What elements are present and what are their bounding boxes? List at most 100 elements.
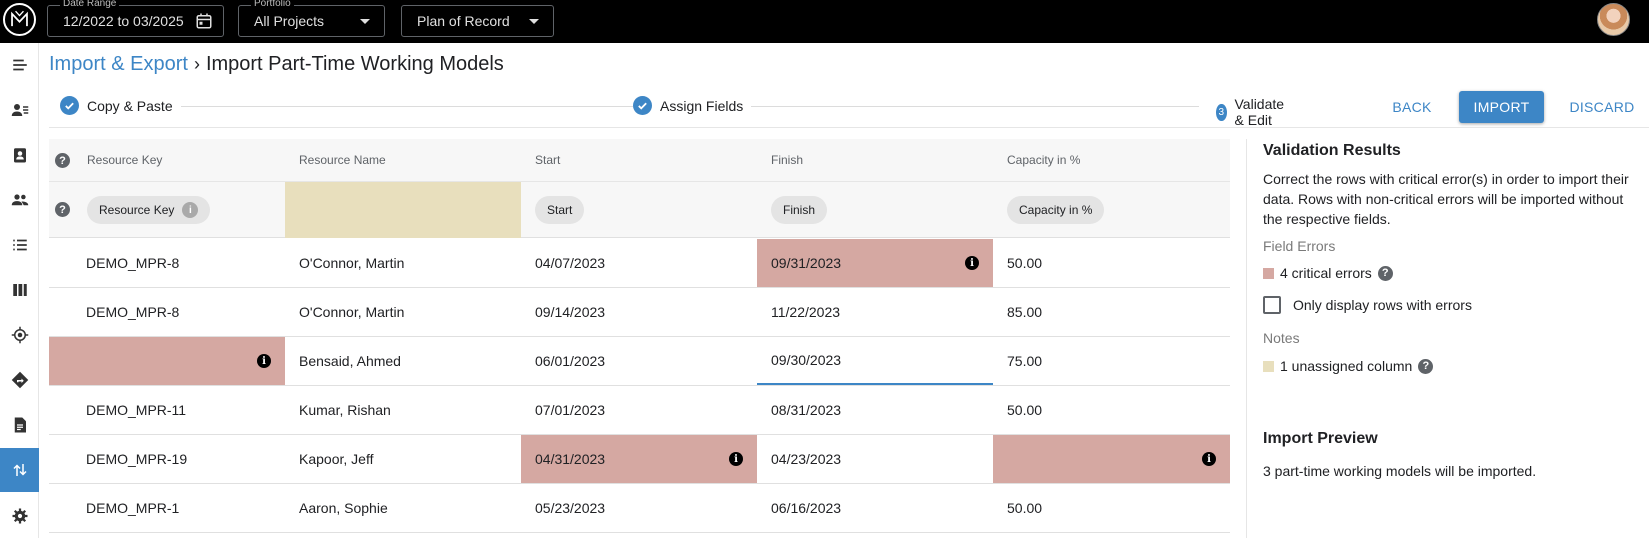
cell-resource-name[interactable]: O'Connor, Martin [285,288,521,336]
help-icon[interactable]: ? [1418,358,1434,374]
sidebar-item-import-export[interactable] [0,448,39,492]
cell-value: 05/23/2023 [535,500,606,516]
portfolio-select[interactable]: Portfolio All Projects [238,0,385,37]
mapping-chip-finish[interactable]: Finish [771,196,828,224]
unassigned-column-slot[interactable] [285,182,521,238]
step-label: Copy & Paste [87,97,173,114]
cell-value: 06/16/2023 [771,500,842,516]
cell-capacity[interactable]: 50.00 [993,239,1230,287]
column-header-finish[interactable]: Finish [771,153,803,167]
help-icon[interactable]: ? [1377,265,1393,281]
plan-select[interactable]: Plan of Record [401,5,554,37]
cell-value: DEMO_MPR-8 [86,255,180,271]
table-row: DEMO_MPR-1 Aaron, Sophie 05/23/2023 06/16/2… [49,484,1230,533]
cell-start[interactable]: 06/01/2023 [521,337,757,385]
critical-errors-legend: 4 critical errors ? [1263,265,1393,281]
cell-start[interactable]: 05/23/2023 [521,484,757,532]
cell-start-error[interactable]: 04/31/2023 i [521,435,757,483]
info-icon[interactable]: i [182,202,199,218]
cell-value: 75.00 [1007,353,1043,369]
error-info-icon[interactable]: i [729,452,743,466]
breadcrumb: Import & Export › Import Part-Time Worki… [49,53,504,76]
sidebar-item-badge[interactable] [0,133,39,177]
help-icon[interactable]: ? [55,202,70,217]
cell-start[interactable]: 07/01/2023 [521,386,757,434]
step-validate-edit[interactable]: 3 Validate & Edit [1208,96,1299,128]
field-errors-label: Field Errors [1263,238,1336,254]
breadcrumb-link-import-export[interactable]: Import & Export [49,53,188,76]
sidebar-item-team[interactable] [0,178,39,222]
step-copy-paste[interactable]: Copy & Paste [60,96,181,115]
only-errors-toggle[interactable]: Only display rows with errors [1263,296,1472,314]
cell-resource-key[interactable]: DEMO_MPR-8 [49,288,285,336]
sidebar-item-collapse[interactable] [0,43,39,87]
sidebar-item-target[interactable] [0,313,39,357]
cell-resource-name[interactable]: Kapoor, Jeff [285,435,521,483]
error-info-icon[interactable]: i [257,354,271,368]
column-header-start[interactable]: Start [535,153,560,167]
cell-resource-name[interactable]: O'Connor, Martin [285,239,521,287]
cell-resource-name[interactable]: Kumar, Rishan [285,386,521,434]
app-logo-icon[interactable] [3,3,36,36]
cell-start[interactable]: 04/07/2023 [521,239,757,287]
step-assign-fields[interactable]: Assign Fields [633,96,752,115]
sidebar [0,43,39,538]
import-button[interactable]: IMPORT [1459,91,1544,123]
cell-resource-key[interactable]: DEMO_MPR-8 [49,239,285,287]
cell-capacity[interactable]: 85.00 [993,288,1230,336]
cell-capacity[interactable]: 75.00 [993,337,1230,385]
cell-value: 04/07/2023 [535,255,606,271]
back-button[interactable]: BACK [1377,91,1447,123]
cell-resource-key-error[interactable]: i [49,337,285,385]
calendar-icon[interactable] [195,12,213,30]
stepper-connector [749,106,1199,107]
cell-resource-key[interactable]: DEMO_MPR-19 [49,435,285,483]
list-icon [12,239,27,251]
mapping-chip-capacity[interactable]: Capacity in % [1007,196,1105,224]
cell-finish[interactable]: 08/31/2023 [757,386,993,434]
error-info-icon[interactable]: i [965,256,979,270]
cell-capacity[interactable]: 50.00 [993,484,1230,532]
only-errors-checkbox[interactable] [1263,296,1281,314]
sidebar-item-document[interactable] [0,403,39,447]
team-icon [11,194,28,206]
cell-value: 11/22/2023 [771,304,841,320]
column-header-capacity[interactable]: Capacity in % [1007,153,1080,167]
cell-capacity[interactable]: 50.00 [993,386,1230,434]
sidebar-item-settings[interactable] [0,494,39,538]
error-info-icon[interactable]: i [1202,452,1216,466]
mapping-chip-resource-key[interactable]: Resource Key i [87,196,211,224]
mapping-chip-start[interactable]: Start [535,196,585,224]
sidebar-item-resources[interactable] [0,88,39,132]
sidebar-item-directions[interactable] [0,358,39,402]
help-icon[interactable]: ? [55,153,70,168]
cell-value: 09/30/2023 [771,352,842,368]
date-range-field[interactable]: Date Range 12/2022 to 03/2025 [47,0,224,37]
cell-finish[interactable]: 09/30/2023 [757,337,993,385]
cell-finish[interactable]: 06/16/2023 [757,484,993,532]
document-icon [14,417,26,433]
cell-finish-error[interactable]: 09/31/2023 i [757,239,993,287]
cell-finish[interactable]: 11/22/2023 [757,288,993,336]
top-bar: Date Range 12/2022 to 03/2025 Portfolio … [0,0,1649,43]
column-header-resource-key[interactable]: Resource Key [87,153,162,167]
cell-value: O'Connor, Martin [299,304,405,320]
cell-start[interactable]: 09/14/2023 [521,288,757,336]
cell-resource-name[interactable]: Aaron, Sophie [285,484,521,532]
resource-list-icon [11,104,28,116]
date-range-label: Date Range [60,0,120,10]
cell-resource-key[interactable]: DEMO_MPR-1 [49,484,285,532]
cell-resource-key[interactable]: DEMO_MPR-11 [49,386,285,434]
column-header-resource-name[interactable]: Resource Name [299,153,386,167]
discard-button[interactable]: DISCARD [1561,91,1643,123]
sidebar-item-columns[interactable] [0,268,39,312]
cell-value: O'Connor, Martin [299,255,405,271]
page-title: Import Part-Time Working Models [205,53,504,75]
cell-finish[interactable]: 04/23/2023 [757,435,993,483]
cell-resource-name[interactable]: Bensaid, Ahmed [285,337,521,385]
sidebar-item-list[interactable] [0,223,39,267]
table-row: DEMO_MPR-8 O'Connor, Martin 09/14/2023 11/2… [49,288,1230,337]
user-avatar[interactable] [1597,3,1630,36]
cell-capacity-error[interactable]: i [993,435,1230,483]
stepper-connector [179,106,679,107]
